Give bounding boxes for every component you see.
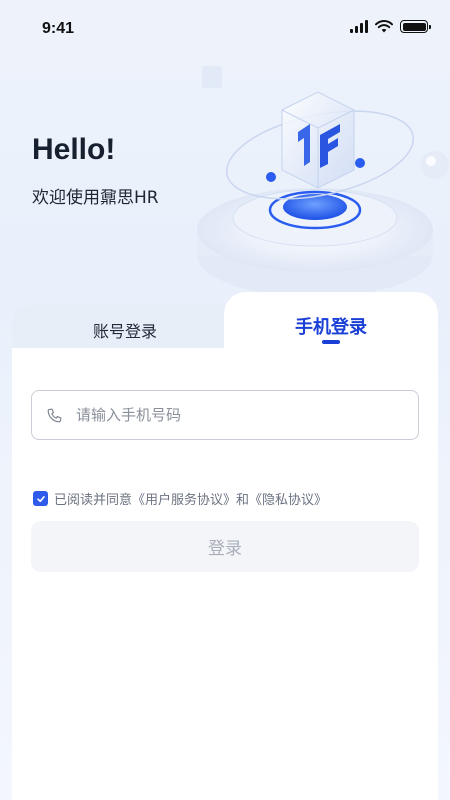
phone-icon <box>47 408 62 422</box>
login-card: 账号登录 手机登录 已阅读并同意《用户服务协议》和《隐私协议》 登录 <box>12 292 438 800</box>
signal-icon <box>350 20 368 33</box>
agreement-checkbox[interactable] <box>33 491 48 506</box>
wifi-icon <box>375 20 393 33</box>
check-icon <box>36 495 45 502</box>
battery-icon <box>400 20 431 33</box>
login-button[interactable]: 登录 <box>31 521 419 572</box>
hero-title: Hello! <box>32 133 116 166</box>
status-icons <box>350 20 431 33</box>
phone-input[interactable] <box>76 406 376 424</box>
phone-field[interactable] <box>31 390 419 440</box>
tab-phone-login-label[interactable]: 手机登录 <box>224 313 438 339</box>
tab-account-login-label[interactable]: 账号登录 <box>12 318 238 342</box>
active-tab-indicator <box>322 340 340 344</box>
status-time: 9:41 <box>42 20 75 37</box>
agreement-text[interactable]: 已阅读并同意《用户服务协议》和《隐私协议》 <box>54 489 327 508</box>
hero-illustration <box>197 66 449 297</box>
hero-subtitle: 欢迎使用鼐思HR <box>32 188 159 208</box>
agreement-row: 已阅读并同意《用户服务协议》和《隐私协议》 <box>33 489 327 508</box>
